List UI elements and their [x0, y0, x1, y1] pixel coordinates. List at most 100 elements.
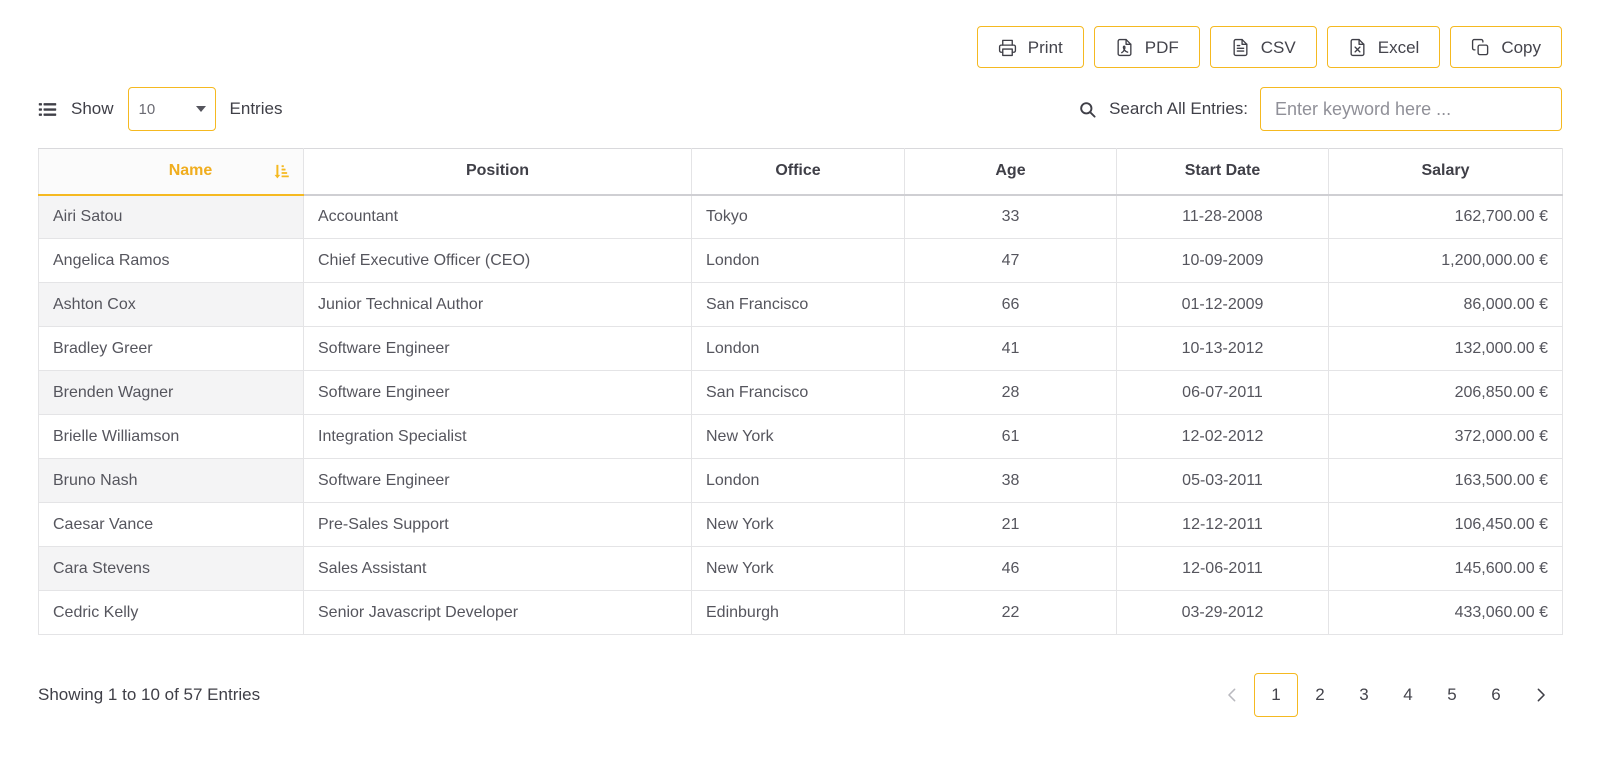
cell-name: Caesar Vance	[38, 502, 304, 547]
pagination-page-1[interactable]: 1	[1254, 673, 1298, 717]
excel-button[interactable]: Excel	[1326, 26, 1441, 68]
show-entries-group: Show 10 Entries	[38, 87, 282, 131]
copy-button[interactable]: Copy	[1450, 26, 1562, 68]
pagination-prev-button[interactable]	[1210, 673, 1254, 717]
copy-icon	[1471, 38, 1490, 57]
list-icon	[38, 100, 57, 119]
printer-icon	[998, 38, 1017, 57]
pdf-button[interactable]: PDF	[1093, 26, 1200, 68]
cell-start-date: 12-12-2011	[1116, 502, 1329, 547]
cell-office: Edinburgh	[691, 590, 905, 635]
cell-start-date: 10-13-2012	[1116, 326, 1329, 371]
cell-age: 47	[904, 238, 1117, 283]
pagination-page-6[interactable]: 6	[1474, 673, 1518, 717]
cell-position: Software Engineer	[303, 370, 692, 415]
pagination-next-button[interactable]	[1518, 673, 1562, 717]
cell-position: Software Engineer	[303, 458, 692, 503]
cell-name: Angelica Ramos	[38, 238, 304, 283]
pdf-file-icon	[1115, 38, 1134, 57]
search-label: Search All Entries:	[1109, 99, 1248, 118]
cell-start-date: 12-06-2011	[1116, 546, 1329, 591]
cell-office: San Francisco	[691, 370, 905, 415]
cell-salary: 206,850.00 €	[1328, 370, 1563, 415]
cell-salary: 163,500.00 €	[1328, 458, 1563, 503]
cell-name: Brenden Wagner	[38, 370, 304, 415]
column-header-salary[interactable]: Salary	[1328, 148, 1563, 196]
csv-button-label: CSV	[1260, 37, 1296, 57]
column-header-name-label: Name	[168, 162, 213, 180]
entries-label: Entries	[229, 99, 283, 118]
cell-age: 22	[904, 590, 1117, 635]
cell-start-date: 01-12-2009	[1116, 282, 1329, 327]
column-header-start-date[interactable]: Start Date	[1116, 148, 1329, 196]
cell-office: London	[691, 458, 905, 503]
cell-name: Cedric Kelly	[38, 590, 304, 635]
column-header-position[interactable]: Position	[303, 148, 692, 196]
search-icon	[1078, 100, 1097, 119]
csv-button[interactable]: CSV	[1209, 26, 1317, 68]
table-row: Bradley Greer Software Engineer London 41 10…	[38, 326, 1563, 371]
copy-button-label: Copy	[1501, 37, 1541, 57]
table-row: Angelica Ramos Chief Executive Officer (C…	[38, 238, 1563, 283]
datatable-page: Print PDF CSV Excel Copy Show 10 Entries…	[0, 0, 1600, 780]
table-row: Ashton Cox Junior Technical Author San Fra…	[38, 282, 1563, 327]
table-footer: Showing 1 to 10 of 57 Entries 123456	[38, 673, 1562, 717]
cell-salary: 372,000.00 €	[1328, 414, 1563, 459]
cell-office: London	[691, 238, 905, 283]
cell-name: Bruno Nash	[38, 458, 304, 503]
column-header-name[interactable]: Name	[38, 148, 304, 196]
print-button-label: Print	[1027, 37, 1063, 57]
chevron-down-icon	[195, 106, 206, 112]
cell-start-date: 12-02-2012	[1116, 414, 1329, 459]
pagination: 123456	[1210, 673, 1562, 717]
cell-start-date: 05-03-2011	[1116, 458, 1329, 503]
column-header-office[interactable]: Office	[691, 148, 905, 196]
table-row: Airi Satou Accountant Tokyo 33 11-28-2008 162…	[38, 194, 1563, 239]
cell-office: New York	[691, 546, 905, 591]
table-row: Cedric Kelly Senior Javascript Developer E…	[38, 590, 1563, 635]
column-header-age[interactable]: Age	[904, 148, 1117, 196]
cell-age: 28	[904, 370, 1117, 415]
excel-file-icon	[1348, 38, 1367, 57]
cell-salary: 162,700.00 €	[1328, 194, 1563, 239]
print-button[interactable]: Print	[976, 26, 1084, 68]
show-label: Show	[71, 99, 114, 118]
table-controls: Show 10 Entries Search All Entries:	[38, 86, 1562, 132]
table-row: Caesar Vance Pre-Sales Support New York 21 1…	[38, 502, 1563, 547]
pdf-button-label: PDF	[1144, 37, 1179, 57]
cell-name: Airi Satou	[38, 194, 304, 239]
pagination-page-3[interactable]: 3	[1342, 673, 1386, 717]
cell-office: New York	[691, 502, 905, 547]
cell-start-date: 03-29-2012	[1116, 590, 1329, 635]
table-row: Bruno Nash Software Engineer London 38 05-03…	[38, 458, 1563, 503]
cell-start-date: 06-07-2011	[1116, 370, 1329, 415]
cell-salary: 145,600.00 €	[1328, 546, 1563, 591]
table-body: Airi Satou Accountant Tokyo 33 11-28-2008 162…	[38, 194, 1563, 635]
entries-per-page-select[interactable]: 10	[127, 87, 216, 131]
showing-entries-text: Showing 1 to 10 of 57 Entries	[38, 685, 261, 704]
cell-start-date: 10-09-2009	[1116, 238, 1329, 283]
pagination-page-5[interactable]: 5	[1430, 673, 1474, 717]
data-table: Name Position Office Age Start Date Sala…	[38, 148, 1563, 635]
cell-office: New York	[691, 414, 905, 459]
cell-age: 38	[904, 458, 1117, 503]
cell-position: Software Engineer	[303, 326, 692, 371]
cell-age: 21	[904, 502, 1117, 547]
table-row: Cara Stevens Sales Assistant New York 46 12-…	[38, 546, 1563, 591]
cell-position: Chief Executive Officer (CEO)	[303, 238, 692, 283]
pagination-page-4[interactable]: 4	[1386, 673, 1430, 717]
export-button-bar: Print PDF CSV Excel Copy	[38, 0, 1562, 68]
cell-start-date: 11-28-2008	[1116, 194, 1329, 239]
cell-position: Pre-Sales Support	[303, 502, 692, 547]
cell-age: 61	[904, 414, 1117, 459]
cell-position: Integration Specialist	[303, 414, 692, 459]
cell-salary: 1,200,000.00 €	[1328, 238, 1563, 283]
search-group: Search All Entries:	[1078, 87, 1562, 131]
cell-salary: 86,000.00 €	[1328, 282, 1563, 327]
cell-position: Accountant	[303, 194, 692, 239]
table-header-row: Name Position Office Age Start Date Sala…	[38, 148, 1563, 196]
search-input[interactable]	[1260, 87, 1562, 131]
pagination-page-2[interactable]: 2	[1298, 673, 1342, 717]
cell-position: Sales Assistant	[303, 546, 692, 591]
cell-name: Brielle Williamson	[38, 414, 304, 459]
